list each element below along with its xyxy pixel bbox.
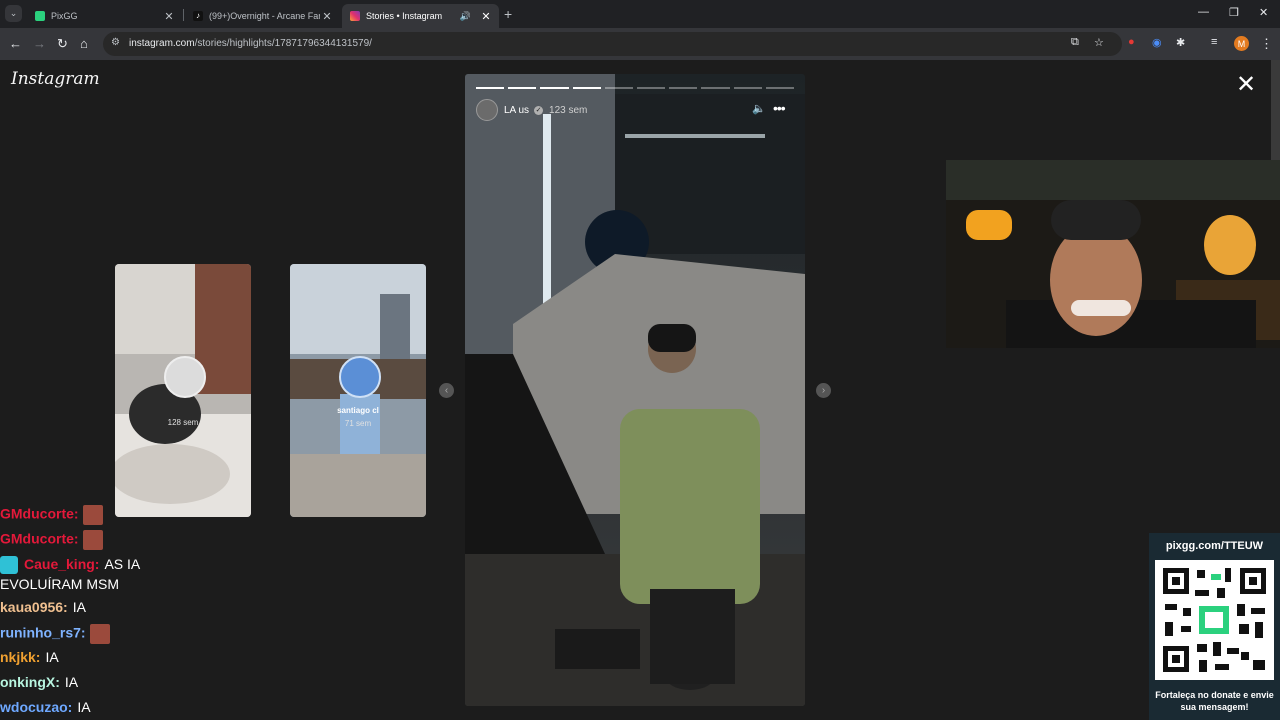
donation-url: pixgg.com/TTEUW [1165,540,1264,552]
donation-panel: pixgg.com/TTEUW Fortaleça no donate e en… [1149,533,1280,720]
story-time: 123 sem [549,104,588,116]
chat-username: runinho_rs7: [0,624,86,641]
chat-message: wdocuzao: IA [0,699,91,715]
scrollbar[interactable] [1271,60,1280,160]
story-avatar[interactable] [476,99,498,121]
story-preview[interactable]: santiago cl 71 sem [290,264,426,517]
chat-username: wdocuzao: [0,699,73,715]
new-tab-button[interactable]: + [504,6,512,22]
chat-text: IA [45,649,59,665]
story-image [465,74,805,706]
install-app-icon[interactable]: ⧉ [1071,36,1079,49]
chat-emote-icon [82,530,103,550]
preview-time: 71 sem [344,419,372,428]
chat-message: GMducorte: [0,505,103,525]
story-progress-bar [476,87,795,89]
preview-avatar [339,356,381,398]
progress-segment [701,87,730,89]
chat-badge-icon [0,556,18,575]
progress-segment [540,87,569,89]
preview-username: santiago cl [337,406,379,415]
preview-time: 128 sem [167,418,199,427]
chat-message: nkjkk: IA [0,649,59,665]
forward-icon[interactable]: → [33,36,46,51]
chat-message: runinho_rs7: [0,624,110,644]
story-username[interactable]: LA us [504,105,529,116]
webcam-image [946,160,1280,348]
chat-text: AS IA [104,556,141,572]
chat-username: onkingX: [0,674,60,690]
tab-tiktok[interactable]: ♪ (99+)Overnight - Arcane Fan Ed ✕ [185,4,340,28]
verified-badge-icon: ✓ [534,105,544,115]
progress-segment [508,87,537,89]
donation-message: Fortaleça no donate e envie sua mensagem… [1155,690,1274,712]
tab-instagram[interactable]: Stories • Instagram 🔊 ✕ [342,4,499,28]
address-bar[interactable]: ⚙ instagram.com/stories/highlights/17871… [103,32,1122,56]
close-window-icon[interactable]: ✕ [1259,6,1268,19]
home-icon[interactable]: ⌂ [80,36,88,51]
close-icon[interactable]: ✕ [1236,72,1256,98]
minimize-icon[interactable]: — [1198,6,1209,18]
progress-segment [604,87,634,89]
close-tab-icon[interactable]: ✕ [320,10,334,23]
chat-emote-icon [82,505,103,525]
next-story-icon[interactable]: › [816,383,831,398]
instagram-icon [350,11,360,21]
audio-playing-icon[interactable]: 🔊 [460,11,471,22]
mute-icon[interactable]: 🔈 [752,102,766,115]
preview-avatar [164,356,206,398]
chat-message: GMducorte: [0,530,103,550]
close-tab-icon[interactable]: ✕ [162,10,176,23]
pixgg-icon [35,11,45,21]
close-tab-icon[interactable]: ✕ [479,10,493,23]
qr-code [1155,560,1274,680]
extensions-puzzle-icon[interactable]: ✱ [1176,36,1185,49]
chat-username: kaua0956: [0,599,68,615]
progress-segment [572,87,601,89]
profile-avatar[interactable]: M [1234,36,1249,51]
chat-message: EVOLUÍRAM MSM [0,576,119,592]
webcam-overlay [946,160,1280,348]
tiktok-icon: ♪ [193,11,203,21]
media-control-icon[interactable]: ≡ [1211,36,1217,48]
chat-text: IA [72,599,86,615]
extension-audio-icon[interactable]: ◉ [1152,36,1162,49]
chat-message: Caue_king: AS IA [0,556,141,575]
progress-segment [669,87,698,89]
chat-message: onkingX: IA [0,674,78,690]
chat-message: kaua0956: IA [0,599,86,615]
bookmark-star-icon[interactable]: ☆ [1094,36,1104,49]
tab-search-button[interactable]: ⌄ [5,5,22,22]
url-text[interactable]: instagram.com/stories/highlights/1787179… [129,38,372,49]
reload-icon[interactable]: ↻ [57,36,68,52]
chat-username: nkjkk: [0,649,41,665]
story-preview[interactable]: 128 sem [115,264,251,517]
chat-emote-icon [89,624,110,644]
tab-pixgg[interactable]: PixGG ✕ [27,4,182,28]
extension-record-icon[interactable]: ● [1128,36,1135,48]
tab-bar: ⌄ PixGG ✕ ♪ (99+)Overnight - Arcane Fan … [0,0,1280,28]
more-options-icon[interactable]: ••• [773,100,786,116]
progress-segment [733,87,762,89]
restore-icon[interactable]: ❐ [1229,6,1239,19]
browser-menu-icon[interactable]: ⋮ [1260,36,1273,52]
browser-toolbar: ← → ↻ ⌂ ⚙ instagram.com/stories/highligh… [0,28,1280,60]
back-icon[interactable]: ← [9,36,22,51]
previous-story-icon[interactable]: ‹ [439,383,454,398]
chat-text: EVOLUÍRAM MSM [0,576,120,592]
instagram-logo[interactable]: Instagram [11,69,100,89]
site-info-icon[interactable]: ⚙ [111,37,120,48]
chat-username: GMducorte: [0,530,79,547]
story-viewer[interactable]: LA us ✓ 123 sem 🔈 ••• [465,74,805,706]
chat-text: IA [64,674,79,690]
story-header: LA us ✓ 123 sem [476,99,587,121]
progress-segment [637,87,666,89]
chat-username: GMducorte: [0,505,79,522]
progress-segment [476,87,505,89]
chat-text: IA [77,699,91,715]
chat-username: Caue_king: [24,556,100,572]
progress-segment [765,87,795,89]
